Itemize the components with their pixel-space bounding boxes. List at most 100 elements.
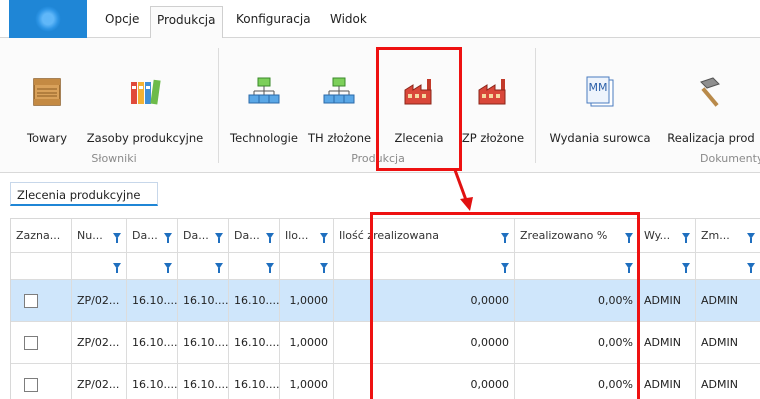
filter-cell[interactable] <box>72 253 127 280</box>
cell-data-2: 16.10.... <box>178 364 229 399</box>
filter-icon[interactable] <box>113 232 121 243</box>
cell-zrealizowano-procent: 0,00% <box>515 364 639 399</box>
menu-bar: Opcje Produkcja Konfiguracja Widok <box>0 0 760 39</box>
group-label-slowniki: Słowniki <box>91 152 137 165</box>
row-checkbox[interactable] <box>24 377 38 392</box>
cell-data-3: 16.10.... <box>229 322 280 364</box>
col-header-data-1[interactable]: Da... <box>127 219 178 253</box>
towary-button[interactable]: Towary <box>18 38 76 163</box>
cell-zrealizowano-procent: 0,00% <box>515 322 639 364</box>
grid-filter-row <box>11 253 760 280</box>
zlecenia-button[interactable]: Zlecenia <box>386 38 452 163</box>
factory-icon <box>478 79 506 105</box>
filter-icon[interactable] <box>747 232 755 243</box>
binders-icon <box>131 79 161 105</box>
tab-opcje[interactable]: Opcje <box>105 12 139 26</box>
row-select-cell[interactable] <box>11 280 72 322</box>
filter-icon[interactable] <box>215 263 223 273</box>
cell-zmienil: ADMIN <box>696 364 760 399</box>
cell-wystawil: ADMIN <box>639 322 696 364</box>
cell-data-3: 16.10.... <box>229 364 280 399</box>
cell-zmienil: ADMIN <box>696 280 760 322</box>
filter-cell[interactable] <box>280 253 334 280</box>
group-label-produkcja: Produkcja <box>351 152 405 165</box>
filter-icon[interactable] <box>164 232 172 243</box>
row-checkbox[interactable] <box>24 335 38 350</box>
row-checkbox[interactable] <box>24 293 38 308</box>
svg-text:MM: MM <box>589 81 608 94</box>
filter-cell[interactable] <box>127 253 178 280</box>
hammer-icon <box>700 77 720 107</box>
cell-wystawil: ADMIN <box>639 364 696 399</box>
tab-zlecenia-produkcyjne[interactable]: Zlecenia produkcyjne <box>10 182 158 206</box>
technologie-label: Technologie <box>230 131 298 145</box>
cell-numer: ZP/02... <box>72 322 127 364</box>
col-header-zmienil[interactable]: Zm... <box>696 219 760 253</box>
table-row[interactable]: ZP/02... 16.10.... 16.10.... 16.10.... 1… <box>11 364 760 399</box>
group-label-dokumenty: Dokumenty <box>700 152 760 165</box>
cell-ilosc: 1,0000 <box>280 280 334 322</box>
wydania-surowca-button[interactable]: MM Wydania surowca <box>545 38 655 163</box>
filter-icon[interactable] <box>164 263 172 273</box>
filter-icon[interactable] <box>266 263 274 273</box>
filter-icon[interactable] <box>215 232 223 243</box>
tab-konfiguracja[interactable]: Konfiguracja <box>236 12 311 26</box>
tab-produkcja[interactable]: Produkcja <box>150 6 223 39</box>
filter-cell[interactable] <box>515 253 639 280</box>
cell-data-1: 16.10.... <box>127 364 178 399</box>
filter-cell[interactable] <box>334 253 515 280</box>
row-select-cell[interactable] <box>11 364 72 399</box>
cell-data-2: 16.10.... <box>178 280 229 322</box>
cell-ilosc-zrealizowana: 0,0000 <box>334 280 515 322</box>
filter-icon[interactable] <box>747 263 755 273</box>
filter-icon[interactable] <box>682 232 690 243</box>
realizacja-prod-button[interactable]: Realizacja prod <box>662 38 760 163</box>
filter-cell[interactable] <box>11 253 72 280</box>
app-menu-button[interactable] <box>9 0 87 38</box>
col-header-zrealizowano-procent[interactable]: Zrealizowano % <box>515 219 639 253</box>
filter-cell[interactable] <box>229 253 280 280</box>
col-header-numer[interactable]: Nu... <box>72 219 127 253</box>
wydania-surowca-label: Wydania surowca <box>549 131 651 145</box>
table-row[interactable]: ZP/02... 16.10.... 16.10.... 16.10.... 1… <box>11 322 760 364</box>
cell-ilosc: 1,0000 <box>280 322 334 364</box>
col-header-data-3[interactable]: Da... <box>229 219 280 253</box>
table-row[interactable]: ZP/02... 16.10.... 16.10.... 16.10.... 1… <box>11 280 760 322</box>
zp-zlozone-label: ZP złożone <box>461 131 525 145</box>
col-header-data-2[interactable]: Da... <box>178 219 229 253</box>
filter-icon[interactable] <box>266 232 274 243</box>
row-select-cell[interactable] <box>11 322 72 364</box>
cell-data-1: 16.10.... <box>127 280 178 322</box>
app-logo-icon <box>35 6 61 32</box>
filter-icon[interactable] <box>501 263 509 273</box>
filter-icon[interactable] <box>682 263 690 273</box>
technologie-button[interactable]: Technologie <box>228 38 300 163</box>
filter-icon[interactable] <box>625 232 633 243</box>
zp-zlozone-button[interactable]: ZP złożone <box>458 38 528 163</box>
zasoby-produkcyjne-button[interactable]: Zasoby produkcyjne <box>80 38 210 163</box>
cell-ilosc-zrealizowana: 0,0000 <box>334 322 515 364</box>
filter-icon[interactable] <box>625 263 633 273</box>
filter-cell[interactable] <box>696 253 760 280</box>
cell-data-3: 16.10.... <box>229 280 280 322</box>
cell-numer: ZP/02... <box>72 280 127 322</box>
ribbon-separator <box>218 48 219 163</box>
filter-icon[interactable] <box>320 263 328 273</box>
ribbon-separator <box>535 48 536 163</box>
cell-zmienil: ADMIN <box>696 322 760 364</box>
filter-cell[interactable] <box>639 253 696 280</box>
filter-icon[interactable] <box>501 232 509 243</box>
towary-label: Towary <box>26 131 68 145</box>
filter-icon[interactable] <box>113 263 121 273</box>
col-header-wystawil[interactable]: Wy... <box>639 219 696 253</box>
col-header-ilosc[interactable]: Ilo... <box>280 219 334 253</box>
tab-widok[interactable]: Widok <box>330 12 367 26</box>
th-zlozone-button[interactable]: TH złożone <box>308 38 371 163</box>
col-header-zaznacz[interactable]: Zazna... <box>11 219 72 253</box>
realizacja-prod-label: Realizacja prod <box>667 131 755 145</box>
filter-icon[interactable] <box>320 232 328 243</box>
cell-data-2: 16.10.... <box>178 322 229 364</box>
cell-wystawil: ADMIN <box>639 280 696 322</box>
col-header-ilosc-zrealizowana[interactable]: Ilość zrealizowana <box>334 219 515 253</box>
filter-cell[interactable] <box>178 253 229 280</box>
